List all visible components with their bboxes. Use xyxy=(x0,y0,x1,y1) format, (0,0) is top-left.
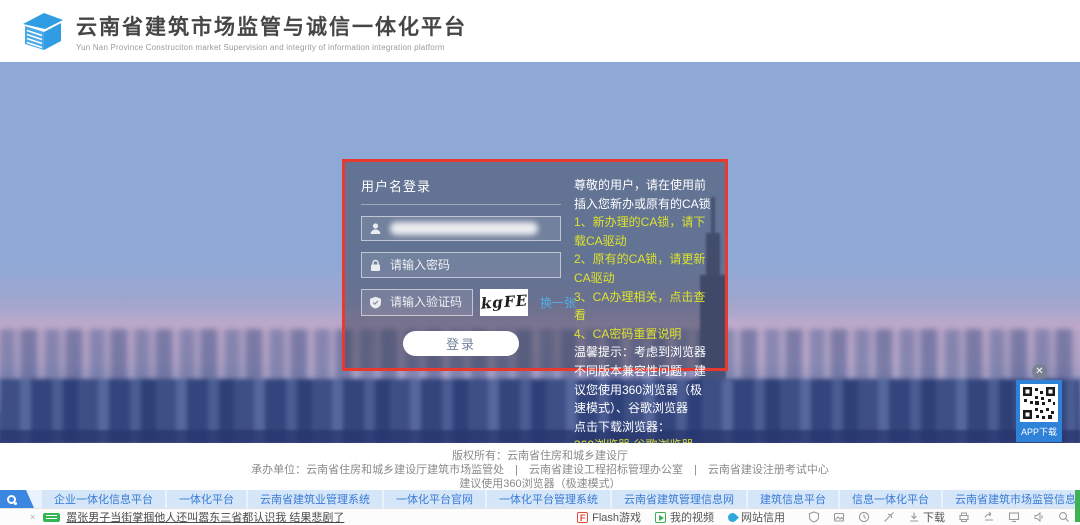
username-field[interactable] xyxy=(361,216,561,241)
navbar-link[interactable]: 建筑信息平台 xyxy=(748,490,838,508)
ca-notice: 尊敬的用户，请在使用前插入您新办或原有的CA锁 1、新办理的CA锁，请下载CA驱… xyxy=(574,176,711,356)
lock-icon xyxy=(369,259,382,272)
flash-games-button[interactable]: F Flash游戏 xyxy=(577,509,641,525)
search-tab[interactable] xyxy=(0,490,34,508)
page-subtitle: Yun Nan Province Construciton market Sup… xyxy=(76,43,467,52)
browser-suggestion-line: 建议使用360浏览器（极速模式） xyxy=(0,477,1080,491)
mute-speaker-icon[interactable] xyxy=(1033,511,1045,523)
printer-icon[interactable] xyxy=(958,511,970,523)
title-block: 云南省建筑市场监管与诚信一体化平台 Yun Nan Province Const… xyxy=(76,11,467,52)
browser-statusbar: × 嚣张男子当街掌掴他人还叫嚣东三省都认识我 结果悲剧了 F Flash游戏 我… xyxy=(0,508,1080,525)
screenshot-icon[interactable] xyxy=(833,511,845,523)
scrollbar-thumb[interactable] xyxy=(1075,490,1080,522)
login-button[interactable]: 登录 xyxy=(403,331,519,356)
copyright-line: 版权所有：云南省住房和城乡建设厅 xyxy=(0,449,1080,463)
navbar-link[interactable]: 企业一体化信息平台 xyxy=(42,490,165,508)
qr-code-image xyxy=(1020,384,1058,422)
site-logo-icon xyxy=(20,9,66,53)
ca-notice-link[interactable]: 2、原有的CA锁，请更新CA驱动 xyxy=(574,250,711,287)
navbar-link[interactable]: 信息一体化平台 xyxy=(840,490,941,508)
statusbar-icons: 下载 xyxy=(795,509,1070,525)
my-videos-button[interactable]: 我的视频 xyxy=(655,509,714,525)
ca-notice-intro: 尊敬的用户，请在使用前插入您新办或原有的CA锁 xyxy=(574,176,711,213)
captcha-refresh-link[interactable]: 换一张 xyxy=(540,294,576,311)
site-credit-button[interactable]: 网站信用 xyxy=(728,509,785,525)
city-skyline-base xyxy=(0,430,1080,443)
qr-close-button[interactable]: ✕ xyxy=(1032,364,1047,379)
statusbar-tools: F Flash游戏 我的视频 网站信用 xyxy=(563,509,1080,525)
find-magnifier-icon[interactable] xyxy=(1058,511,1070,523)
ca-notice-link[interactable]: 3、CA办理相关，点击查看 xyxy=(574,288,711,325)
captcha-field[interactable] xyxy=(361,289,473,316)
news-ticker-link[interactable]: 嚣张男子当街掌掴他人还叫嚣东三省都认识我 结果悲剧了 xyxy=(66,509,344,525)
shield-icon xyxy=(369,296,382,309)
page-title: 云南省建筑市场监管与诚信一体化平台 xyxy=(76,11,467,41)
login-panel: 用户名登录 xyxy=(342,159,728,371)
news-badge-icon xyxy=(43,513,60,522)
page: 云南省建筑市场监管与诚信一体化平台 Yun Nan Province Const… xyxy=(0,0,1080,525)
browser-download-label: 点击下载浏览器： xyxy=(574,418,711,437)
site-header: 云南省建筑市场监管与诚信一体化平台 Yun Nan Province Const… xyxy=(0,0,1080,62)
navbar-link[interactable]: 一体化平台管理系统 xyxy=(487,490,610,508)
navbar-link[interactable]: 云南省建筑管理信息网 xyxy=(612,490,746,508)
password-input[interactable] xyxy=(390,258,553,272)
flash-icon: F xyxy=(577,512,588,523)
play-icon xyxy=(655,512,666,523)
navbar-link[interactable]: 一体化平台官网 xyxy=(384,490,485,508)
fullscreen-monitor-icon[interactable] xyxy=(1008,511,1020,523)
ca-notice-link[interactable]: 1、新办理的CA锁，请下载CA驱动 xyxy=(574,213,711,250)
navbar-link[interactable]: 云南省建筑市场监管信息网 xyxy=(943,490,1080,508)
site-footer: 版权所有：云南省住房和城乡建设厅 承办单位：云南省住房和城乡建设厅建筑市场监管处… xyxy=(0,443,1080,490)
search-icon xyxy=(7,495,16,504)
speed-rocket-icon[interactable] xyxy=(883,511,895,523)
ca-notice-link[interactable]: 4、CA密码重置说明 xyxy=(574,325,711,344)
ticker-collapse-icon[interactable]: × xyxy=(30,512,35,522)
history-clock-icon[interactable] xyxy=(858,511,870,523)
username-redacted-value xyxy=(390,222,538,235)
captcha-row: kgFE 换一张 xyxy=(361,289,561,316)
security-shield-icon[interactable] xyxy=(808,511,820,523)
qr-label: APP下载 xyxy=(1021,425,1057,438)
captcha-input[interactable] xyxy=(390,295,465,309)
hero-banner: 用户名登录 xyxy=(0,62,1080,443)
drop-icon xyxy=(726,511,739,524)
ca-notice-list: 1、新办理的CA锁，请下载CA驱动 2、原有的CA锁，请更新CA驱动 3、CA办… xyxy=(574,213,711,343)
app-download-widget[interactable]: APP下载 xyxy=(1016,380,1062,442)
download-button[interactable]: 下载 xyxy=(908,509,945,525)
login-form: 用户名登录 xyxy=(361,176,561,356)
captcha-image[interactable]: kgFE xyxy=(480,289,528,316)
organizer-line: 承办单位：云南省住房和城乡建设厅建筑市场监管处 | 云南省建设工程招标管理办公室… xyxy=(0,463,1080,477)
navbar-link[interactable]: 云南省建筑业管理系统 xyxy=(248,490,382,508)
navbar-links: 企业一体化信息平台 一体化平台 云南省建筑业管理系统 一体化平台官网 一体化平台… xyxy=(42,490,1080,508)
browser-tip: 温馨提示：考虑到浏览器不同版本兼容性问题，建议您使用360浏览器（极速模式）、谷… xyxy=(574,343,711,417)
login-title: 用户名登录 xyxy=(361,176,561,205)
password-field[interactable] xyxy=(361,252,561,277)
browser-download-links[interactable]: 360浏览器 谷歌浏览器 xyxy=(574,436,711,443)
captcha-text: kgFE xyxy=(480,292,528,313)
user-icon xyxy=(369,222,382,235)
share-icon[interactable] xyxy=(983,511,995,523)
navbar-link[interactable]: 一体化平台 xyxy=(167,490,246,508)
bottom-navbar: 企业一体化信息平台 一体化平台 云南省建筑业管理系统 一体化平台官网 一体化平台… xyxy=(0,490,1080,508)
